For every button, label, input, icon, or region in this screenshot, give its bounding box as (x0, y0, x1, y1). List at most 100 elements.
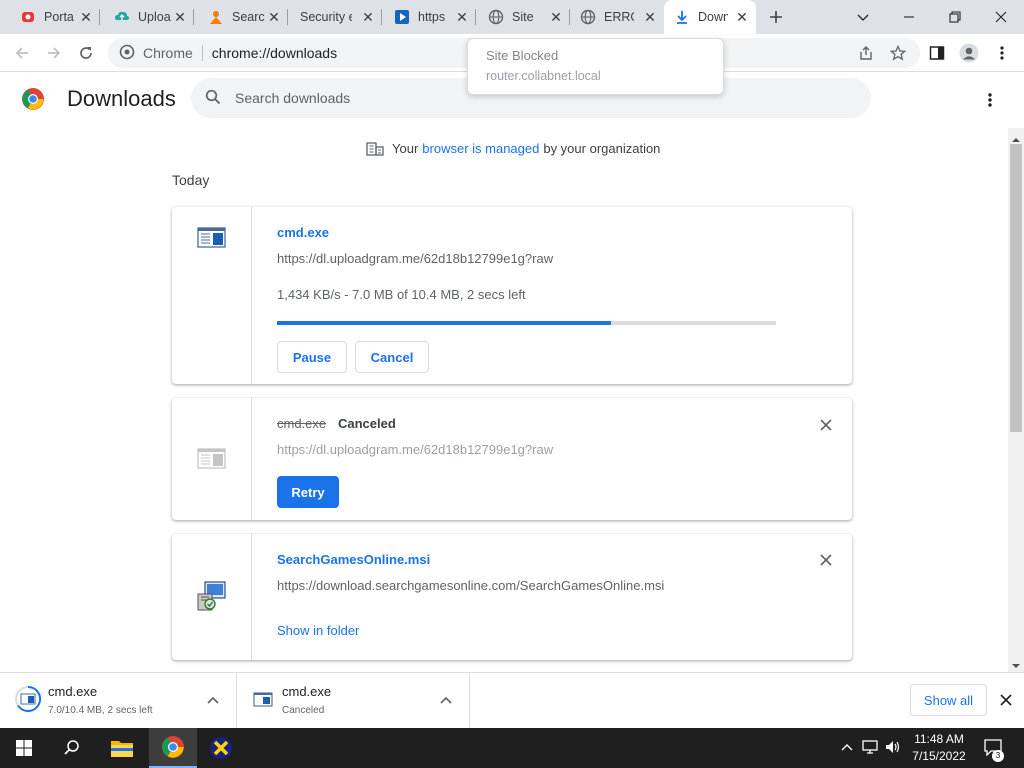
red-app-icon (20, 9, 36, 25)
tab-error[interactable]: ERRO ✕ (570, 0, 664, 34)
share-icon[interactable] (856, 43, 876, 63)
close-icon[interactable]: ✕ (454, 9, 470, 25)
pause-button[interactable]: Pause (277, 341, 347, 373)
profile-avatar-icon[interactable] (959, 43, 979, 63)
close-shelf-icon[interactable] (998, 692, 1014, 708)
progress-fill (277, 321, 612, 325)
tab-search[interactable]: Searc ✕ (194, 0, 288, 34)
shelf-file-name: cmd.exe (282, 684, 332, 699)
close-window-button[interactable] (978, 0, 1024, 34)
download-progress-ring-icon (14, 685, 42, 713)
tab-downloads[interactable]: Down ✕ (664, 0, 756, 34)
date-heading: Today (172, 172, 210, 188)
minimize-button[interactable] (886, 0, 932, 34)
forward-button[interactable] (42, 41, 66, 65)
exe-file-icon (196, 221, 228, 253)
search-icon[interactable] (48, 728, 96, 768)
volume-icon[interactable] (884, 738, 902, 756)
close-icon[interactable]: ✕ (78, 9, 94, 25)
shelf-file-status: 7.0/10.4 MB, 2 secs left (48, 705, 153, 716)
file-name: cmd.exe (277, 416, 327, 431)
remove-item-icon[interactable] (818, 552, 834, 568)
tab-porta[interactable]: Porta ✕ (0, 0, 100, 34)
show-hidden-icons-chevron-icon[interactable] (838, 738, 856, 756)
download-state: Canceled (338, 416, 396, 431)
file-url: https://dl.uploadgram.me/62d18b12799e1g?… (277, 442, 554, 457)
tab-upload[interactable]: Uploa ✕ (100, 0, 194, 34)
close-icon[interactable]: ✕ (172, 9, 188, 25)
person-orange-icon (208, 9, 224, 25)
tab-strip: Porta ✕ Uploa ✕ Searc ✕ Security e ✕ htt… (0, 0, 1024, 34)
x-app-icon[interactable] (197, 728, 245, 768)
remove-item-icon[interactable] (818, 417, 834, 433)
screen: Porta ✕ Uploa ✕ Searc ✕ Security e ✕ htt… (0, 0, 1024, 768)
chevron-up-icon[interactable] (439, 693, 453, 707)
scroll-down-arrow-icon[interactable] (1012, 658, 1020, 668)
restore-button[interactable] (932, 0, 978, 34)
site-blocked-popup: Site Blocked router.collabnet.local (467, 38, 724, 95)
scrollbar-thumb[interactable] (1010, 144, 1022, 432)
tab-title: Security e (300, 10, 352, 24)
shelf-file-name: cmd.exe (48, 684, 98, 699)
tab-search-dropdown-button[interactable] (840, 0, 886, 34)
new-tab-button[interactable] (766, 7, 786, 27)
close-icon[interactable]: ✕ (734, 9, 750, 25)
system-clock[interactable]: 11:48 AM 7/15/2022 (908, 731, 970, 765)
exe-file-icon (249, 685, 277, 713)
more-actions-icon[interactable] (980, 90, 1000, 110)
notification-count: 3 (992, 750, 1004, 762)
msi-installer-icon (196, 580, 228, 612)
download-item-complete: SearchGamesOnline.msi https://download.s… (172, 534, 852, 660)
file-url[interactable]: https://dl.uploadgram.me/62d18b12799e1g?… (277, 251, 553, 266)
scroll-up-arrow-icon[interactable] (1012, 132, 1020, 142)
chrome-taskbar-icon[interactable] (149, 728, 197, 768)
popup-title: Site Blocked (486, 48, 559, 63)
clock-date: 7/15/2022 (912, 749, 966, 763)
browser-menu-icon[interactable] (992, 43, 1012, 63)
page-scrollbar[interactable] (1008, 128, 1024, 672)
tab-title: https (418, 10, 446, 24)
shelf-item[interactable]: cmd.exe 7.0/10.4 MB, 2 secs left (0, 673, 237, 729)
back-button[interactable] (10, 41, 34, 65)
download-icon (674, 9, 690, 25)
side-panel-icon[interactable] (927, 43, 947, 63)
file-explorer-icon[interactable] (98, 728, 146, 768)
close-icon[interactable]: ✕ (266, 9, 282, 25)
download-status: 1,434 KB/s - 7.0 MB of 10.4 MB, 2 secs l… (277, 287, 526, 302)
url-text[interactable]: chrome://downloads (212, 45, 337, 61)
tab-title: Searc (232, 10, 265, 24)
start-button[interactable] (0, 728, 48, 768)
chevron-up-icon[interactable] (206, 693, 220, 707)
close-icon[interactable]: ✕ (360, 9, 376, 25)
chrome-logo-icon (21, 87, 45, 111)
show-all-button[interactable]: Show all (910, 684, 987, 716)
search-icon (205, 89, 221, 108)
globe-icon (488, 9, 504, 25)
tab-title: Down (698, 10, 728, 24)
chrome-site-icon (119, 44, 135, 63)
file-url[interactable]: https://download.searchgamesonline.com/S… (277, 578, 664, 593)
file-name-link[interactable]: SearchGamesOnline.msi (277, 552, 430, 567)
play-blue-icon (394, 9, 410, 25)
shelf-item[interactable]: cmd.exe Canceled (237, 673, 470, 729)
managed-link[interactable]: browser is managed (422, 141, 539, 156)
tab-title: ERRO (604, 10, 634, 24)
cancel-button[interactable]: Cancel (355, 341, 429, 373)
windows-taskbar: 11:48 AM 7/15/2022 3 (0, 728, 1024, 768)
close-icon[interactable]: ✕ (548, 9, 564, 25)
tab-title: Site B (512, 10, 536, 24)
show-in-folder-link[interactable]: Show in folder (277, 623, 359, 638)
file-name-link[interactable]: cmd.exe (277, 225, 329, 240)
tab-site-blocked[interactable]: Site B ✕ (476, 0, 570, 34)
reload-button[interactable] (74, 41, 98, 65)
close-icon[interactable]: ✕ (642, 9, 658, 25)
bookmark-star-icon[interactable] (888, 43, 908, 63)
search-placeholder: Search downloads (235, 90, 351, 106)
tab-https[interactable]: https ✕ (382, 0, 476, 34)
network-icon[interactable] (862, 738, 880, 756)
tab-security[interactable]: Security e ✕ (288, 0, 382, 34)
downloads-list: Your browser is managed by your organiza… (0, 128, 1008, 672)
site-chip: Chrome (143, 45, 193, 61)
omnibox-divider (201, 45, 203, 61)
retry-button[interactable]: Retry (277, 476, 339, 508)
